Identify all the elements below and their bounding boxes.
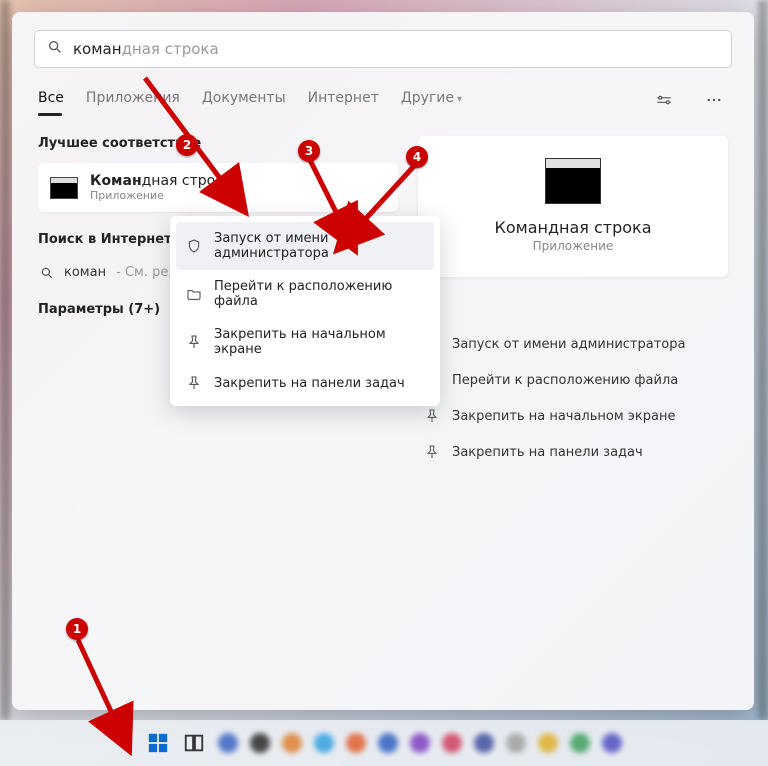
taskbar-app-icon[interactable] [218,733,238,753]
cmd-prompt-icon [545,158,601,204]
tab-documents[interactable]: Документы [202,84,286,116]
tab-all[interactable]: Все [38,84,64,116]
start-button[interactable] [146,731,170,755]
best-match-result[interactable]: Командная строка Приложение [38,163,398,212]
ctx-pin-taskbar[interactable]: Закрепить на панели задач [176,366,434,400]
taskbar-app-icon[interactable] [314,733,334,753]
filter-tabs: Все Приложения Документы Интернет Другие… [12,78,754,116]
pin-icon [186,334,202,350]
taskbar-app-icon[interactable] [442,733,462,753]
preview-title: Командная строка [494,218,651,237]
taskbar-app-icon[interactable] [250,733,270,753]
action-open[interactable]: Открыть [418,291,728,325]
best-match-heading: Лучшее соответствие [38,136,398,151]
action-pin-start[interactable]: Закрепить на начальном экране [418,399,728,433]
shield-icon [186,238,202,254]
context-menu: Запуск от имени администратора Перейти к… [170,216,440,406]
task-view-button[interactable] [182,731,206,755]
folder-icon [186,286,202,302]
ctx-pin-start[interactable]: Закрепить на начальном экране [176,318,434,366]
preview-actions: Открыть Запуск от имени администратора П… [418,291,728,469]
more-icon[interactable] [700,86,728,114]
pin-icon [424,408,440,424]
taskbar-app-icons [218,733,622,753]
settings-toggle-icon[interactable] [650,86,678,114]
ctx-open-location[interactable]: Перейти к расположению файла [176,270,434,318]
taskbar-app-icon[interactable] [570,733,590,753]
taskbar-app-icon[interactable] [346,733,366,753]
tab-internet[interactable]: Интернет [308,84,379,116]
search-text: командная строка [73,40,219,58]
wallpaper-edge [0,0,10,720]
search-icon [40,266,54,280]
wallpaper-edge [758,0,768,720]
chevron-down-icon: ▾ [457,94,462,105]
search-input[interactable]: командная строка [34,30,732,68]
action-open-location[interactable]: Перейти к расположению файла [418,363,728,397]
internet-hint: - См. рез [116,265,175,280]
taskbar-app-icon[interactable] [282,733,302,753]
taskbar-app-icon[interactable] [602,733,622,753]
search-typed: коман [73,40,122,58]
action-run-admin[interactable]: Запуск от имени администратора [418,327,728,361]
action-pin-taskbar[interactable]: Закрепить на панели задач [418,435,728,469]
taskbar-app-icon[interactable] [410,733,430,753]
pin-icon [424,444,440,460]
best-match-subtitle: Приложение [90,189,232,202]
ctx-run-admin[interactable]: Запуск от имени администратора [176,222,434,270]
desktop-background: командная строка Все Приложения Документ… [0,0,768,766]
tab-other[interactable]: Другие▾ [401,84,462,116]
taskbar-app-icon[interactable] [506,733,526,753]
internet-query: коман [64,265,106,280]
preview-subtitle: Приложение [533,239,614,253]
taskbar-app-icon[interactable] [538,733,558,753]
taskbar-app-icon[interactable] [474,733,494,753]
taskbar-app-icon[interactable] [378,733,398,753]
taskbar [0,720,768,766]
pin-icon [186,375,202,391]
tab-apps[interactable]: Приложения [86,84,180,116]
search-suggestion: дная строка [122,40,219,58]
search-icon [47,39,63,59]
preview-card: Командная строка Приложение [418,136,728,277]
best-match-title: Командная строка [90,173,232,189]
cmd-prompt-icon [50,177,78,199]
